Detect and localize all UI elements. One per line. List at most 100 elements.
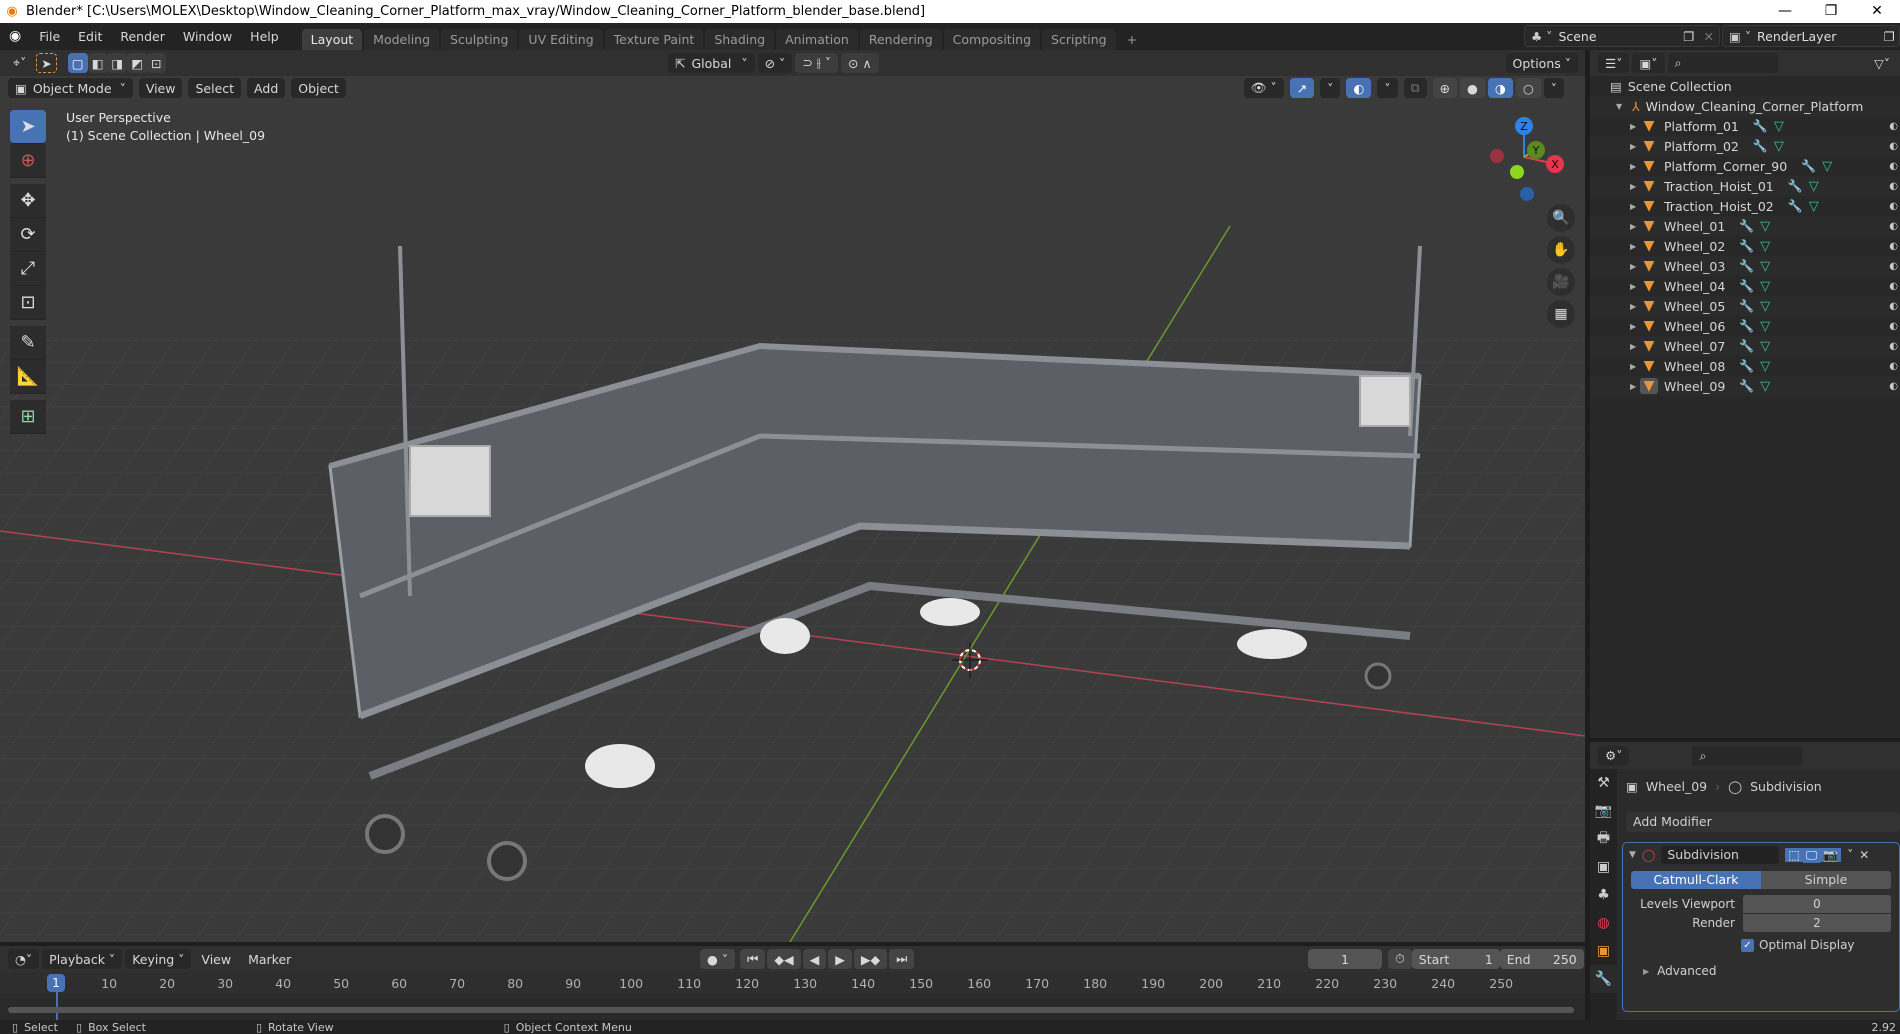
mesh-data-icon[interactable]: ▽: [1809, 199, 1819, 214]
modifier-wrench-icon[interactable]: 🔧: [1739, 319, 1754, 333]
expand-triangle-icon[interactable]: ▶: [1630, 182, 1640, 191]
view-layer-tab-icon[interactable]: ▣: [1590, 853, 1617, 881]
jump-to-end-icon[interactable]: ⏭: [889, 949, 915, 969]
overlays-toggle-icon[interactable]: ◐: [1346, 78, 1372, 98]
expand-triangle-icon[interactable]: ▶: [1630, 202, 1640, 211]
tab-modeling[interactable]: Modeling: [364, 29, 440, 50]
tab-uv-editing[interactable]: UV Editing: [519, 29, 603, 50]
tab-shading[interactable]: Shading: [705, 29, 775, 50]
menu-edit[interactable]: Edit: [69, 23, 111, 50]
outliner-item[interactable]: ▶ ▼ Wheel_09 🔧 ▽ ◐: [1590, 376, 1900, 396]
editor-type-icon[interactable]: ⌖˅: [6, 53, 33, 73]
pan-view-icon[interactable]: ✋: [1547, 236, 1575, 264]
use-preview-range-icon[interactable]: ⏱: [1388, 949, 1412, 969]
outliner-item[interactable]: ▶ ▼ Traction_Hoist_02 🔧 ▽ ◐: [1590, 196, 1900, 216]
mesh-data-icon[interactable]: ▽: [1809, 179, 1819, 194]
tool-scale-icon[interactable]: ⤢: [10, 252, 46, 286]
shading-wireframe-icon[interactable]: ⊕: [1432, 78, 1457, 98]
visibility-eye-icon[interactable]: ◐: [1889, 221, 1898, 232]
maximize-button[interactable]: ❐: [1808, 0, 1854, 23]
expand-triangle-icon[interactable]: ▶: [1630, 362, 1640, 371]
collection-row[interactable]: ▼ ⅄ Window_Cleaning_Corner_Platform: [1590, 96, 1900, 116]
mesh-data-icon[interactable]: ▽: [1760, 219, 1770, 234]
outliner-item[interactable]: ▶ ▼ Wheel_02 🔧 ▽ ◐: [1590, 236, 1900, 256]
jump-to-next-keyframe-icon[interactable]: ▶◆: [853, 949, 888, 969]
active-tool-icon[interactable]: ➤: [36, 53, 57, 73]
navigation-gizmo[interactable]: Z X Y: [1479, 112, 1569, 202]
select-mode-extend-icon[interactable]: ◧: [87, 53, 108, 73]
timeline-editor-type-icon[interactable]: ◔˅: [8, 949, 40, 969]
menu-render[interactable]: Render: [111, 23, 174, 50]
outliner-item[interactable]: ▶ ▼ Wheel_06 🔧 ▽ ◐: [1590, 316, 1900, 336]
start-frame-field[interactable]: Start 1: [1411, 949, 1500, 969]
modifier-wrench-icon[interactable]: 🔧: [1739, 239, 1754, 253]
outliner-item[interactable]: ▶ ▼ Wheel_07 🔧 ▽ ◐: [1590, 336, 1900, 356]
tool-add-cube-icon[interactable]: ⊞: [10, 400, 46, 434]
mesh-data-icon[interactable]: ▽: [1774, 119, 1784, 134]
visibility-eye-icon[interactable]: ◐: [1889, 261, 1898, 272]
visibility-eye-icon[interactable]: ◐: [1889, 241, 1898, 252]
viewport-menu-view[interactable]: View: [138, 78, 183, 98]
timeline-menu-marker[interactable]: Marker: [241, 949, 298, 969]
visibility-eye-icon[interactable]: ◐: [1889, 381, 1898, 392]
mesh-data-icon[interactable]: ▽: [1774, 139, 1784, 154]
select-mode-new-icon[interactable]: ▢: [67, 53, 88, 73]
add-modifier-button[interactable]: Add Modifier: [1626, 812, 1900, 832]
outliner-editor-type-icon[interactable]: ☰˅: [1598, 53, 1630, 73]
mesh-data-icon[interactable]: ▽: [1760, 359, 1770, 374]
tool-tab-icon[interactable]: ⚒: [1590, 769, 1617, 797]
tab-animation[interactable]: Animation: [776, 29, 858, 50]
modifier-wrench-icon[interactable]: 🔧: [1753, 139, 1768, 153]
outliner-item[interactable]: ▶ ▼ Wheel_04 🔧 ▽ ◐: [1590, 276, 1900, 296]
levels-viewport-field[interactable]: 0: [1743, 895, 1891, 913]
select-mode-invert-icon[interactable]: ◩: [127, 53, 148, 73]
expand-triangle-icon[interactable]: ▶: [1630, 342, 1640, 351]
ortho-toggle-icon[interactable]: ▦: [1547, 300, 1575, 328]
gizmo-neg-x-icon[interactable]: [1490, 149, 1504, 163]
render-toggle-icon[interactable]: 📷: [1820, 848, 1842, 862]
pivot-point-dropdown[interactable]: ⊘ ˅: [757, 53, 793, 73]
modifier-wrench-icon[interactable]: 🔧: [1801, 159, 1816, 173]
outliner-item[interactable]: ▶ ▼ Wheel_05 🔧 ▽ ◐: [1590, 296, 1900, 316]
xray-toggle-icon[interactable]: ⧉: [1403, 78, 1427, 98]
timeline-scrollbar[interactable]: [8, 1007, 1574, 1013]
shading-rendered-icon[interactable]: ○: [1515, 78, 1541, 98]
expand-triangle-icon[interactable]: ▶: [1630, 242, 1640, 251]
menu-file[interactable]: File: [30, 23, 69, 50]
gizmo-toggle-icon[interactable]: ↗: [1289, 78, 1315, 98]
blender-menu-icon[interactable]: ◉: [0, 23, 30, 50]
visibility-eye-icon[interactable]: ◐: [1889, 181, 1898, 192]
modifier-wrench-icon[interactable]: 🔧: [1739, 259, 1754, 273]
viewport-toggle-icon[interactable]: 🖵: [1802, 847, 1821, 863]
tab-compositing[interactable]: Compositing: [943, 29, 1041, 50]
minimize-button[interactable]: —: [1762, 0, 1808, 23]
timeline[interactable]: 10 20 30 40 50 60 70 80 90 100 110 120 130 140 150 160 1…: [0, 972, 1585, 1020]
tab-layout[interactable]: Layout: [301, 29, 363, 50]
world-tab-icon[interactable]: ◍: [1590, 909, 1617, 937]
outliner-item[interactable]: ▶ ▼ Traction_Hoist_01 🔧 ▽ ◐: [1590, 176, 1900, 196]
selectability-visibility-icon[interactable]: 👁 ˅: [1243, 78, 1284, 98]
mode-dropdown[interactable]: ▣ Object Mode ˅: [8, 78, 133, 98]
keying-dropdown[interactable]: Keying ˅: [125, 949, 192, 969]
tool-annotate-icon[interactable]: ✎: [10, 326, 46, 360]
modifier-wrench-icon[interactable]: 🔧: [1753, 119, 1768, 133]
view-layer-selector[interactable]: ▣ ˅ RenderLayer ❐: [1722, 25, 1900, 47]
options-dropdown[interactable]: Options ˅: [1505, 53, 1578, 73]
view-layer-name[interactable]: RenderLayer: [1757, 29, 1880, 44]
shading-dropdown[interactable]: ˅: [1543, 78, 1564, 98]
3d-viewport[interactable]: ▣ Object Mode ˅ View Select Add Object 👁 ˅…: [0, 76, 1585, 942]
visibility-eye-icon[interactable]: ◐: [1889, 161, 1898, 172]
expand-triangle-icon[interactable]: ▶: [1630, 302, 1640, 311]
modifier-wrench-icon[interactable]: 🔧: [1739, 359, 1754, 373]
outliner-item[interactable]: ▶ ▼ Wheel_01 🔧 ▽ ◐: [1590, 216, 1900, 236]
scene-name[interactable]: Scene: [1558, 29, 1679, 44]
playback-dropdown[interactable]: Playback ˅: [42, 949, 123, 969]
collapse-triangle-icon[interactable]: ▼: [1616, 102, 1626, 111]
close-button[interactable]: ✕: [1854, 0, 1900, 23]
modifier-wrench-icon[interactable]: 🔧: [1739, 219, 1754, 233]
outliner-item[interactable]: ▶ ▼ Wheel_03 🔧 ▽ ◐: [1590, 256, 1900, 276]
gizmo-dropdown[interactable]: ˅: [1320, 78, 1341, 98]
play-icon[interactable]: ▶: [828, 949, 852, 969]
remove-modifier-icon[interactable]: ✕: [1859, 848, 1869, 862]
gizmo-neg-y-icon[interactable]: [1510, 165, 1524, 179]
